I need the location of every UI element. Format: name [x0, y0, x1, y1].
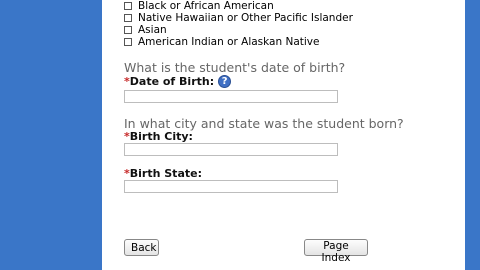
race-option-label: Asian — [138, 24, 167, 36]
race-option-label: American Indian or Alaskan Native — [138, 36, 320, 48]
date-of-birth-input[interactable] — [124, 90, 338, 103]
dob-label-text: Date of Birth: — [129, 75, 215, 88]
birth-place-question: In what city and state was the student b… — [124, 116, 404, 131]
birth-state-label-text: Birth State: — [129, 167, 202, 180]
right-background-band — [465, 0, 480, 270]
page-index-button[interactable]: Page Index — [304, 239, 368, 264]
dob-question: What is the student's date of birth? — [124, 60, 346, 75]
birth-city-label-text: Birth City: — [129, 130, 193, 143]
birth-city-label: * Birth City: — [124, 130, 193, 143]
race-checkbox[interactable] — [124, 38, 132, 46]
race-option-american-indian[interactable]: American Indian or Alaskan Native — [124, 36, 319, 48]
race-option-label: Black or African American — [138, 0, 274, 12]
race-option-hawaiian[interactable]: Native Hawaiian or Other Pacific Islande… — [124, 12, 353, 24]
left-background-band — [0, 0, 102, 270]
race-option-asian[interactable]: Asian — [124, 24, 167, 36]
race-checkbox[interactable] — [124, 26, 132, 34]
race-option-black[interactable]: Black or African American — [124, 0, 274, 12]
race-checkbox[interactable] — [124, 14, 132, 22]
birth-state-input[interactable] — [124, 180, 338, 193]
race-checkbox[interactable] — [124, 2, 132, 10]
form-page: Black or African American Native Hawaiia… — [102, 0, 465, 270]
dob-label: * Date of Birth: ? — [124, 75, 232, 88]
race-option-label: Native Hawaiian or Other Pacific Islande… — [138, 12, 353, 24]
birth-city-input[interactable] — [124, 143, 338, 156]
question-icon[interactable]: ? — [218, 75, 232, 88]
back-button[interactable]: Back — [124, 239, 159, 256]
birth-state-label: * Birth State: — [124, 167, 202, 180]
